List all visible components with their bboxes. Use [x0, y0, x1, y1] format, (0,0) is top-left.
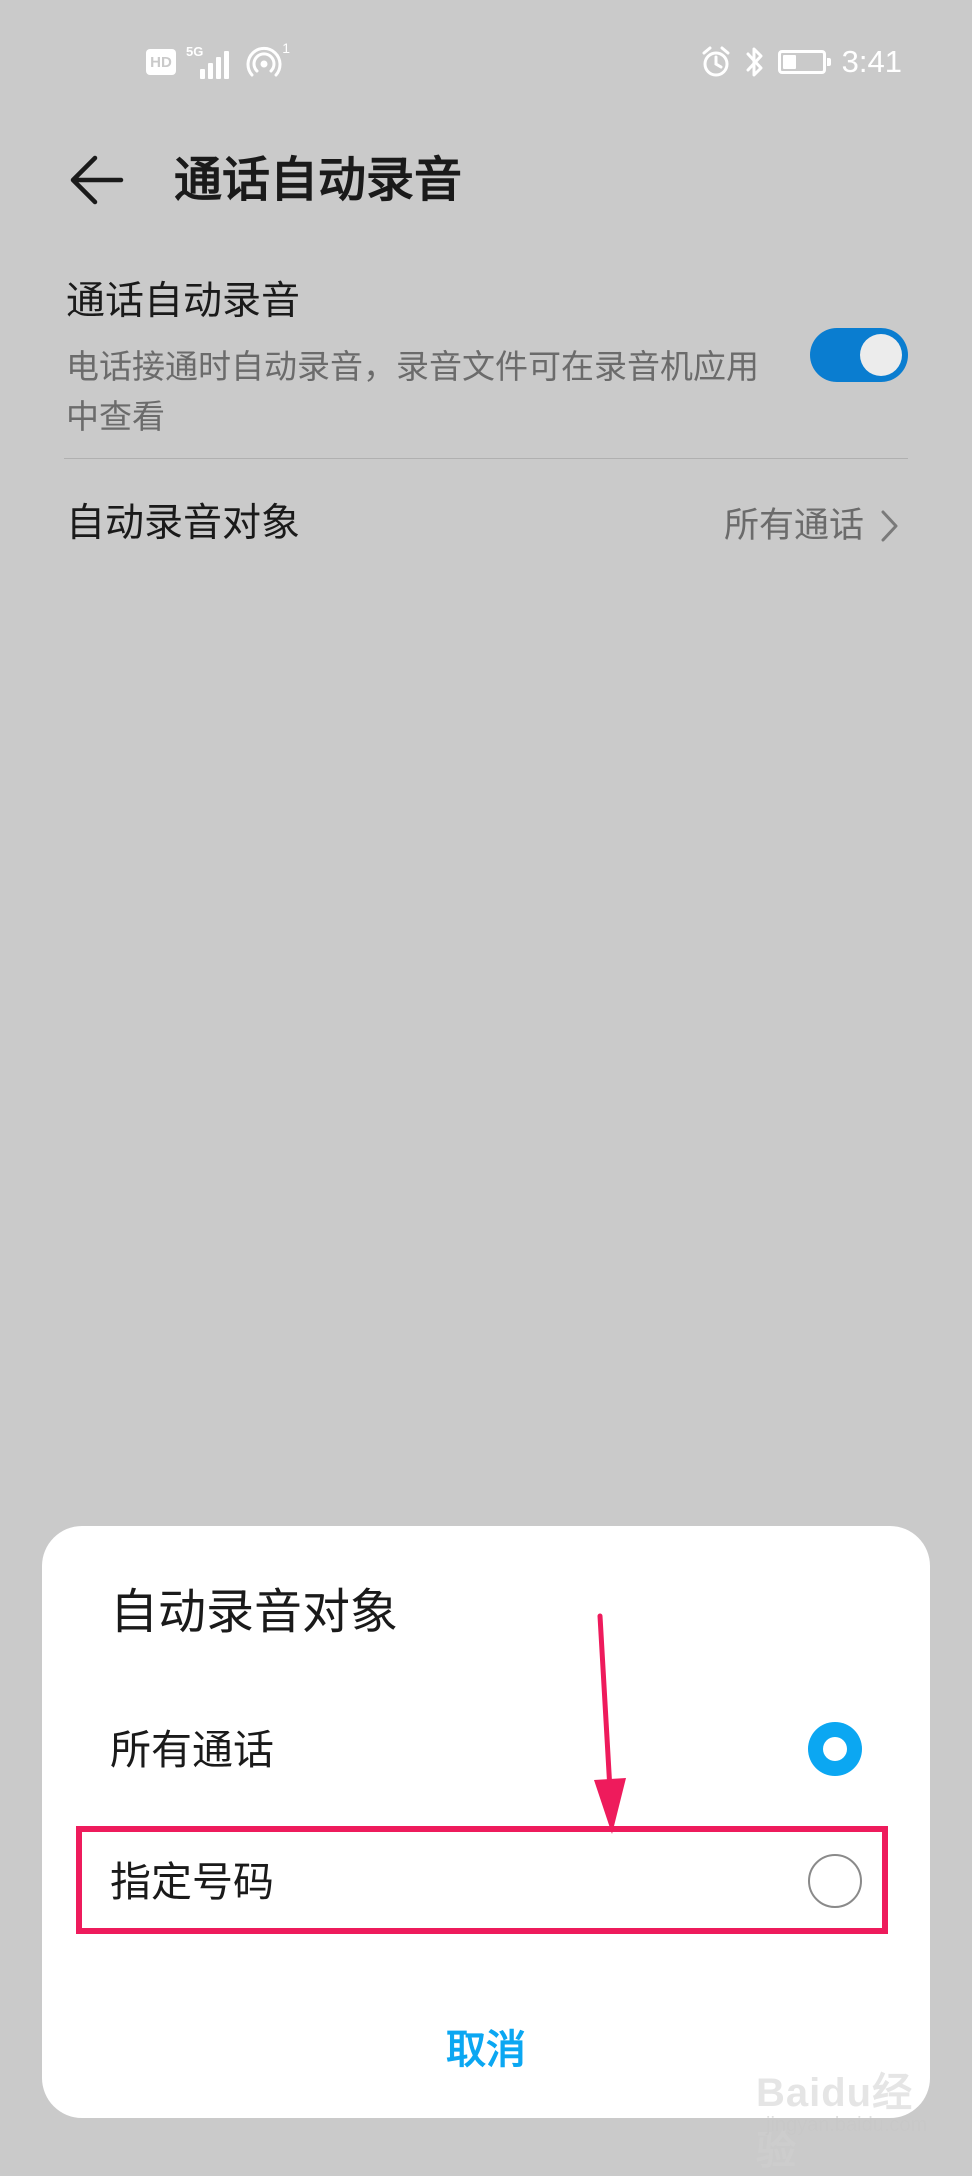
- toggle-knob: [860, 334, 902, 376]
- arrow-left-icon: [70, 155, 124, 205]
- battery-icon: [777, 50, 831, 74]
- radio-unchecked[interactable]: [808, 1854, 862, 1908]
- status-right: 3:41: [700, 40, 902, 84]
- option-all-calls[interactable]: 所有通话: [42, 1690, 930, 1810]
- page-title: 通话自动录音: [174, 152, 463, 208]
- record-target-value: 所有通话: [723, 506, 864, 546]
- option-specific-numbers[interactable]: 指定号码: [42, 1822, 930, 1942]
- alarm-icon: [702, 46, 730, 77]
- setting-auto-record[interactable]: 通话自动录音 电话接通时自动录音，录音文件可在录音机应用中查看: [64, 268, 908, 458]
- back-button[interactable]: [60, 144, 132, 216]
- status-bar: HD 5G 1 3:41: [0, 0, 972, 120]
- screen: HD 5G 1 3:41 通话自动录音 通话自动录音 电话接通时自动录音，录音文…: [0, 0, 972, 2173]
- setting-auto-record-description: 电话接通时自动录音，录音文件可在录音机应用中查看: [66, 347, 759, 436]
- setting-auto-record-title: 通话自动录音: [66, 279, 301, 324]
- auto-record-toggle[interactable]: [810, 328, 908, 382]
- radio-checked[interactable]: [808, 1722, 862, 1776]
- title-bar: 通话自动录音: [0, 120, 972, 240]
- hotspot-icon: 1: [246, 40, 290, 80]
- status-left: HD 5G 1: [146, 40, 290, 80]
- battery-fill: [782, 55, 796, 69]
- hd-icon: HD: [146, 49, 176, 75]
- option-label: 指定号码: [110, 1858, 274, 1906]
- cancel-button[interactable]: 取消: [386, 2006, 586, 2086]
- status-time: 3:41: [841, 44, 902, 79]
- record-target-dialog: 自动录音对象 所有通话 指定号码 取消: [42, 1526, 930, 2118]
- chevron-right-icon: [881, 510, 898, 542]
- bluetooth-icon: [746, 47, 763, 77]
- dialog-title: 自动录音对象: [110, 1584, 399, 1640]
- signal-icon: 5G: [186, 45, 236, 79]
- setting-record-target[interactable]: 自动录音对象 所有通话: [64, 470, 908, 582]
- hotspot-count: 1: [282, 40, 290, 56]
- record-target-label: 自动录音对象: [66, 501, 301, 546]
- option-label: 所有通话: [110, 1726, 274, 1774]
- divider: [64, 458, 908, 459]
